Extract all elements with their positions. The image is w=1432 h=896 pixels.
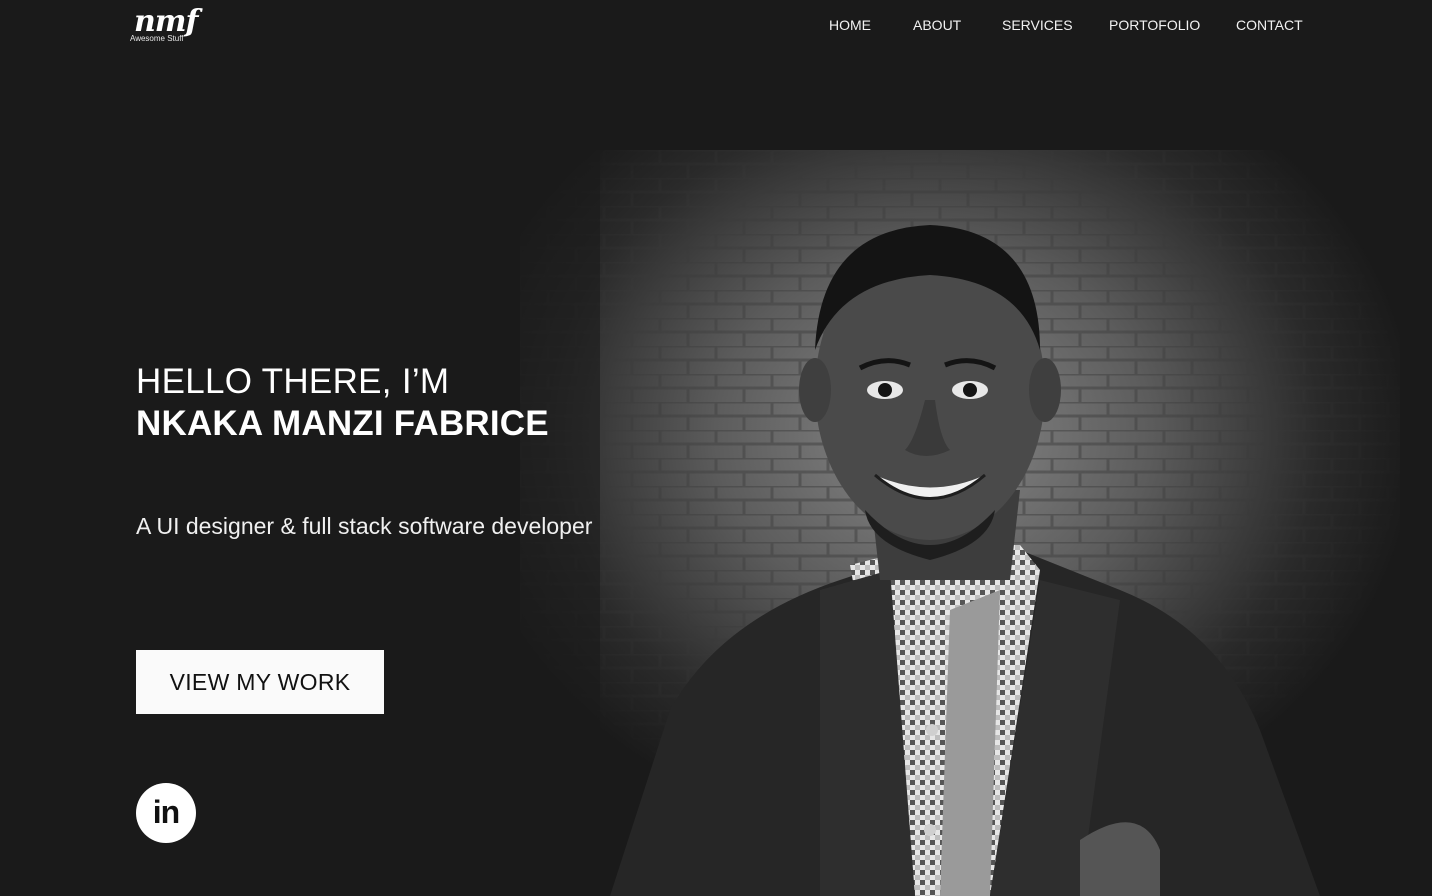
nav-item-about[interactable]: ABOUT	[913, 17, 961, 33]
hero-greeting: HELLO THERE, I’M	[136, 362, 450, 401]
main-nav: HOME ABOUT SERVICES PORTOFOLIO CONTACT	[0, 17, 1432, 37]
view-my-work-button[interactable]: VIEW MY WORK	[136, 650, 384, 714]
nav-item-home[interactable]: HOME	[829, 17, 871, 33]
hero-name: NKAKA MANZI FABRICE	[136, 404, 549, 443]
nav-item-services[interactable]: SERVICES	[1002, 17, 1073, 33]
landing-page: nmf Awesome Stuff HOME ABOUT SERVICES PO…	[0, 0, 1432, 896]
hero-tagline: A UI designer & full stack software deve…	[136, 513, 593, 539]
linkedin-icon: in	[152, 793, 180, 830]
nav-item-contact[interactable]: CONTACT	[1236, 17, 1303, 33]
linkedin-link[interactable]: in	[136, 783, 196, 843]
nav-item-portfolio[interactable]: PORTOFOLIO	[1109, 17, 1200, 33]
profile-photo	[520, 150, 1400, 896]
